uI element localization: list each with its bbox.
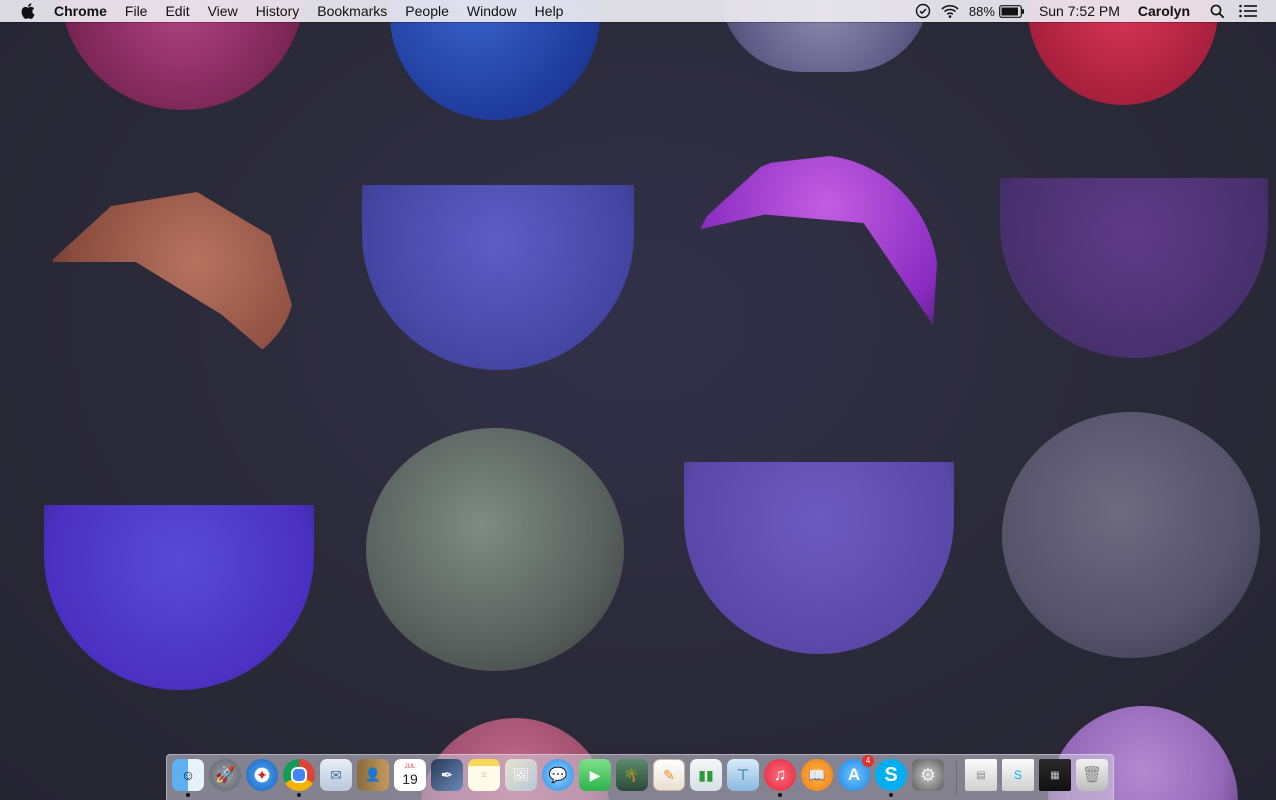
chrome-center-icon (291, 767, 307, 783)
pages-pen-dock-icon[interactable]: ✒ (431, 759, 463, 791)
menu-view[interactable]: View (208, 3, 238, 19)
dock: ☺ 🚀 ✦ ✉ 👤 JUL 19 ✒ ≡ 🖼 💬 ▶ 🌴 ✎ ▮▮ ⊤ ♫ 📖 … (166, 754, 1114, 800)
wallpaper-moon (1000, 178, 1268, 358)
minimized-itunes-window[interactable]: ▤ (965, 759, 997, 791)
finder-face-icon: ☺ (180, 767, 196, 783)
wallpaper-moon (690, 155, 938, 325)
menu-history[interactable]: History (256, 3, 300, 19)
open-book-icon: 📖 (808, 766, 826, 783)
skype-dock-icon[interactable]: S (875, 759, 907, 797)
wallpaper-moon (44, 505, 314, 690)
trash-can-icon: 🗑 (1081, 767, 1103, 784)
minimized-skype-window[interactable]: S (1002, 759, 1034, 791)
app-store-a-icon: A (847, 765, 861, 784)
mail-dock-icon[interactable]: ✉ (320, 759, 352, 791)
notepad-icon: ≡ (481, 769, 487, 781)
wallpaper-moon (684, 462, 954, 654)
podium-icon: ⊤ (736, 767, 750, 784)
bar-graph-icon: ▮▮ (698, 766, 714, 783)
facetime-dock-icon[interactable]: ▶ (579, 759, 611, 791)
photos-stack-icon: 🖼 (512, 767, 530, 782)
messages-dock-icon[interactable]: 💬 (542, 759, 574, 791)
contacts-dock-icon[interactable]: 👤 (357, 759, 389, 791)
itunes-dock-icon[interactable]: ♫ (764, 759, 796, 797)
wallpaper-moon (362, 185, 634, 370)
menu-edit[interactable]: Edit (165, 3, 189, 19)
time-machine-icon[interactable] (915, 3, 931, 19)
window-thumbnail-icon: S (1013, 768, 1022, 782)
finder-dock-icon[interactable]: ☺ (172, 759, 204, 797)
desktop-wallpaper (0, 0, 1276, 800)
numbers-dock-icon[interactable]: ▮▮ (690, 759, 722, 791)
speech-bubble-icon: 💬 (548, 767, 568, 784)
apple-menu-icon[interactable] (19, 2, 37, 20)
safari-dock-icon[interactable]: ✦ (246, 759, 278, 791)
skype-s-icon: S (884, 763, 898, 786)
battery-percent[interactable]: 88% (969, 4, 995, 19)
dock-separator (956, 761, 957, 795)
photo-booth-dock-icon[interactable]: 🌴 (616, 759, 648, 791)
notes-dock-icon[interactable]: ≡ (468, 759, 500, 791)
running-indicator (186, 793, 190, 797)
notification-center-icon[interactable] (1239, 4, 1257, 18)
music-note-icon: ♫ (773, 765, 787, 784)
spotlight-search-icon[interactable] (1210, 4, 1225, 19)
menu-file[interactable]: File (125, 3, 148, 19)
eagle-stamp-icon: ✉ (330, 766, 342, 783)
menu-bar: Chrome File Edit View History Bookmarks … (0, 0, 1276, 22)
calendar-dock-icon[interactable]: JUL 19 (394, 759, 426, 791)
wifi-icon[interactable] (941, 4, 959, 18)
chrome-dock-icon[interactable] (283, 759, 315, 797)
running-indicator (297, 793, 301, 797)
calendar-day: 19 (402, 771, 418, 787)
contact-book-icon: 👤 (364, 767, 382, 782)
menu-help[interactable]: Help (535, 3, 564, 19)
wallpaper-moon (50, 192, 295, 367)
pages-dock-icon[interactable]: ✎ (653, 759, 685, 791)
running-indicator (778, 793, 782, 797)
wallpaper-moon (1002, 412, 1260, 658)
menu-bookmarks[interactable]: Bookmarks (317, 3, 387, 19)
wallpaper-moon (366, 428, 624, 671)
launchpad-dock-icon[interactable]: 🚀 (209, 759, 241, 791)
compass-icon: ✦ (256, 766, 268, 783)
document-pen-icon: ✎ (663, 766, 675, 783)
rocket-icon: 🚀 (215, 767, 235, 784)
video-camera-icon: ▶ (589, 766, 601, 783)
trash-dock-icon[interactable]: 🗑 (1076, 759, 1108, 791)
photo-browser-dock-icon[interactable]: 🖼 (505, 759, 537, 791)
system-preferences-dock-icon[interactable]: ⚙ (912, 759, 944, 791)
gear-icon: ⚙ (919, 764, 937, 785)
calendar-month: JUL (404, 764, 416, 770)
menu-clock[interactable]: Sun 7:52 PM (1039, 3, 1120, 19)
palm-camera-icon: 🌴 (623, 767, 641, 782)
menu-window[interactable]: Window (467, 3, 517, 19)
minimized-chrome-window[interactable]: ▦ (1039, 759, 1071, 791)
app-store-badge: 4 (862, 755, 874, 767)
pen-icon: ✒ (440, 767, 454, 784)
ibooks-dock-icon[interactable]: 📖 (801, 759, 833, 791)
app-store-dock-icon[interactable]: A 4 (838, 755, 874, 791)
menu-app-chrome[interactable]: Chrome (54, 3, 107, 19)
keynote-dock-icon[interactable]: ⊤ (727, 759, 759, 791)
battery-icon[interactable] (999, 4, 1025, 18)
menu-people[interactable]: People (405, 3, 449, 19)
running-indicator (889, 793, 893, 797)
window-thumbnail-icon: ▤ (976, 769, 986, 781)
window-thumbnail-icon: ▦ (1050, 769, 1060, 781)
user-name[interactable]: Carolyn (1138, 3, 1190, 19)
